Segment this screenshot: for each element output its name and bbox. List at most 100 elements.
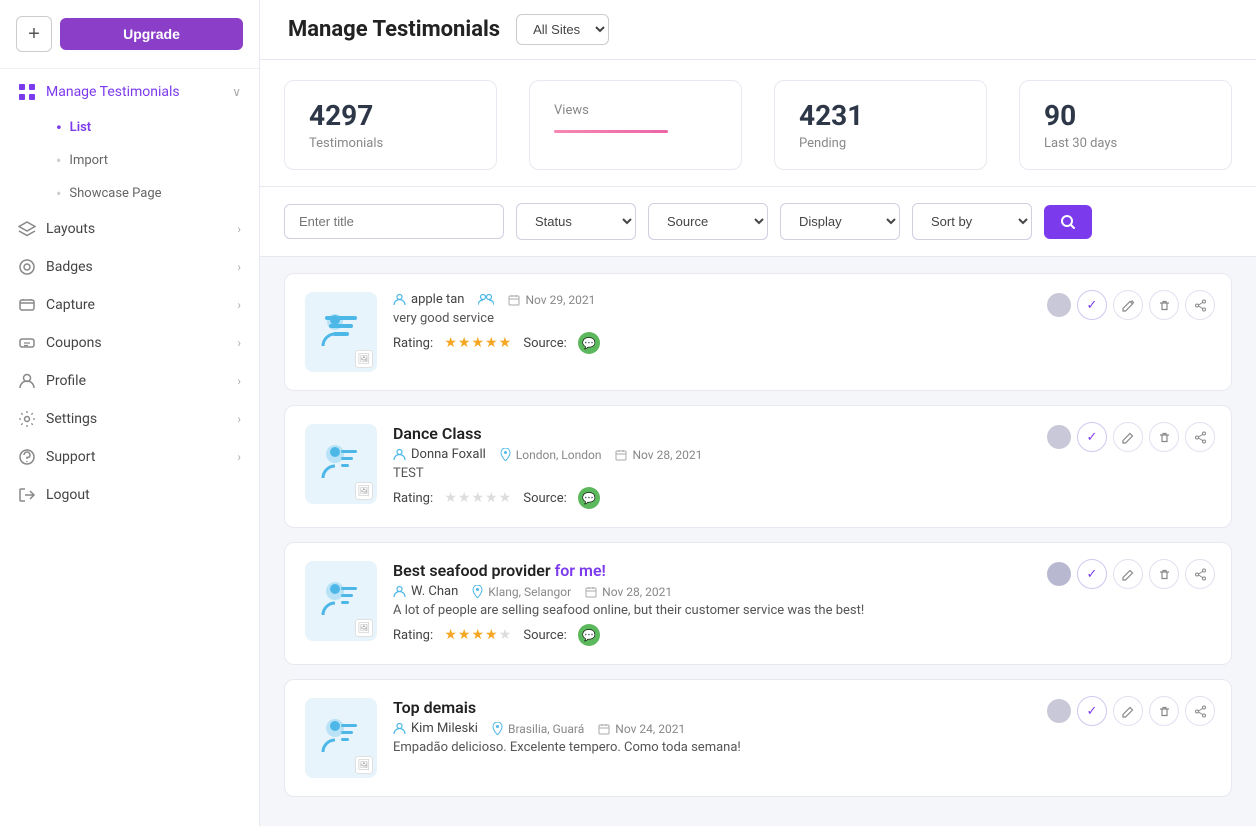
edit-button[interactable] [1113,696,1143,726]
page-title: Manage Testimonials [288,17,500,42]
sites-dropdown[interactable]: All Sites Site 1 Site 2 [516,14,609,45]
title-highlight: for me! [555,561,606,580]
trash-icon [1158,431,1171,444]
chevron-right-icon: › [237,336,241,350]
sortby-filter[interactable]: Sort by Date Rating [912,203,1032,240]
edit-icon [1122,568,1135,581]
logout-icon [18,486,36,504]
sidebar-subitem-showcase-page[interactable]: Showcase Page [46,177,259,210]
sidebar-item-badges[interactable]: Badges › [0,248,259,286]
sidebar-subitem-import[interactable]: Import [46,144,259,177]
add-button[interactable]: + [16,16,52,52]
sidebar-item-label: Logout [46,487,90,503]
status-toggle[interactable] [1047,562,1071,586]
chevron-down-icon: ∨ [232,85,241,99]
approve-button[interactable]: ✓ [1077,422,1107,452]
badge-icon [18,258,36,276]
upgrade-button[interactable]: Upgrade [60,18,243,50]
share-button[interactable] [1185,696,1215,726]
edit-icon [1122,431,1135,444]
sidebar-item-layouts[interactable]: Layouts › [0,210,259,248]
sidebar-item-label: Layouts [46,221,95,237]
card-actions: ✓ [1047,559,1215,589]
coupons-icon [18,334,36,352]
stat-card-last30: 90 Last 30 days [1019,80,1232,170]
status-filter[interactable]: Status Approved Pending [516,203,636,240]
status-toggle[interactable] [1047,699,1071,723]
card-body: A lot of people are selling seafood onli… [393,603,1211,618]
status-toggle[interactable] [1047,425,1071,449]
stat-number-testimonials: 4297 [309,99,472,132]
source-icon: 💬 [578,624,600,646]
delete-button[interactable] [1149,696,1179,726]
location-icon [500,448,511,461]
nav-section-main: Manage Testimonials ∨ List Import Showca… [0,69,259,518]
card-actions: ✓ [1047,290,1215,320]
settings-icon [18,410,36,428]
sidebar-item-settings[interactable]: Settings › [0,400,259,438]
image-icon: 🖼 [355,619,373,637]
trash-icon [1158,568,1171,581]
chevron-right-icon: › [237,412,241,426]
card-rating: Rating: ★★★★★ Source: 💬 [393,332,1211,354]
sidebar-item-capture[interactable]: Capture › [0,286,259,324]
sidebar-item-profile[interactable]: Profile › [0,362,259,400]
main-content: Manage Testimonials All Sites Site 1 Sit… [260,0,1256,826]
source-icon: 💬 [578,487,600,509]
edit-button[interactable] [1113,422,1143,452]
card-rating: Rating: ★★★★★ Source: 💬 [393,624,1211,646]
status-toggle[interactable] [1047,293,1071,317]
title-filter-input[interactable] [284,204,504,239]
edit-button[interactable] [1113,290,1143,320]
image-icon: 🖼 [355,350,373,368]
testimonial-card: 🖼 apple tan Nov 29, 2021 very [284,273,1232,391]
sub-nav-manage: List Import Showcase Page [0,111,259,210]
share-icon [1194,705,1207,718]
sidebar-item-logout[interactable]: Logout [0,476,259,514]
source-filter[interactable]: Source Chat Email [648,203,768,240]
approve-button[interactable]: ✓ [1077,696,1107,726]
trash-icon [1158,705,1171,718]
delete-button[interactable] [1149,422,1179,452]
person-icon [317,308,365,356]
card-location: Brasilia, Guará [492,722,584,736]
search-button[interactable] [1044,205,1092,239]
chevron-right-icon: › [237,450,241,464]
share-button[interactable] [1185,422,1215,452]
chevron-right-icon: › [237,222,241,236]
sidebar-item-label: Capture [46,297,95,313]
share-icon [1194,431,1207,444]
edit-button[interactable] [1113,559,1143,589]
approve-button[interactable]: ✓ [1077,290,1107,320]
sidebar-item-coupons[interactable]: Coupons › [0,324,259,362]
author-name: W. Chan [393,584,458,599]
image-icon: 🖼 [355,482,373,500]
share-button[interactable] [1185,559,1215,589]
group-icon [478,293,494,306]
approve-button[interactable]: ✓ [1077,559,1107,589]
chevron-right-icon: › [237,298,241,312]
sidebar-item-label: Badges [46,259,93,275]
display-filter[interactable]: Display All [780,203,900,240]
main-header: Manage Testimonials All Sites Site 1 Sit… [260,0,1256,60]
card-date: Nov 24, 2021 [598,722,685,736]
person-icon [317,440,365,488]
share-button[interactable] [1185,290,1215,320]
card-date: Nov 29, 2021 [508,293,595,307]
delete-button[interactable] [1149,559,1179,589]
author-group-icon [478,293,494,306]
capture-icon [18,296,36,314]
sidebar-item-manage-testimonials[interactable]: Manage Testimonials ∨ [0,73,259,111]
delete-button[interactable] [1149,290,1179,320]
sidebar-item-support[interactable]: Support › [0,438,259,476]
search-icon [1060,214,1076,230]
avatar: 🖼 [305,698,377,778]
card-body: Empadão delicioso. Excelente tempero. Co… [393,740,1211,755]
calendar-icon [598,723,610,735]
profile-icon [18,372,36,390]
card-actions: ✓ [1047,422,1215,452]
support-icon [18,448,36,466]
author-name: Donna Foxall [393,447,486,462]
sidebar-subitem-list[interactable]: List [46,111,259,144]
subitem-import-label: Import [69,153,108,168]
